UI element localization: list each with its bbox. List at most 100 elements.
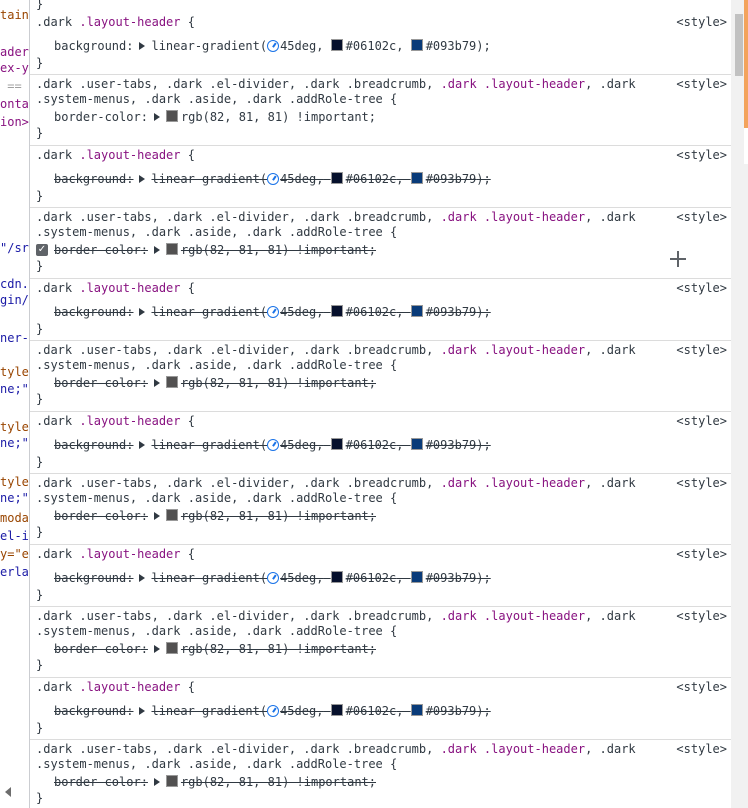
rule-selector[interactable]: .dark .user-tabs, .dark .el-divider, .da… xyxy=(36,343,636,357)
property-name[interactable]: border-color xyxy=(54,509,141,523)
angle-editor-icon[interactable] xyxy=(267,705,280,717)
angle-editor-icon[interactable] xyxy=(267,572,280,584)
color-swatch-icon[interactable] xyxy=(165,642,178,654)
expand-arrow-icon[interactable] xyxy=(153,644,160,653)
rule-selector[interactable]: .dark .layout-header { xyxy=(36,148,195,162)
expand-arrow-icon[interactable] xyxy=(139,307,146,316)
property-name[interactable]: border-color xyxy=(54,243,141,257)
expand-arrow-icon[interactable] xyxy=(139,174,146,183)
declaration-background[interactable]: background: linear-gradient(45deg, #06102… xyxy=(54,437,491,453)
property-name[interactable]: background xyxy=(54,172,126,186)
property-name[interactable]: border-color xyxy=(54,376,141,390)
color-swatch-icon[interactable] xyxy=(165,110,178,122)
declaration-background[interactable]: background: linear-gradient(45deg, #06102… xyxy=(54,703,491,719)
rule-source-link[interactable]: <style> xyxy=(676,281,727,295)
rule-source-link[interactable]: <style> xyxy=(676,77,727,91)
expand-arrow-icon[interactable] xyxy=(153,378,160,387)
rule-selector[interactable]: .dark .user-tabs, .dark .el-divider, .da… xyxy=(36,77,636,91)
rule-selector-line2[interactable]: .system-menus, .dark .aside, .dark .addR… xyxy=(36,225,397,239)
rule-source-link[interactable]: <style> xyxy=(676,343,727,357)
declaration-background[interactable]: background: linear-gradient(45deg, #06102… xyxy=(54,171,491,187)
declaration-border-color[interactable]: border-color: rgb(82, 81, 81) !important; xyxy=(54,641,376,657)
angle-editor-icon[interactable] xyxy=(267,439,280,451)
property-name[interactable]: border-color xyxy=(54,642,141,656)
rule-selector-line2[interactable]: .system-menus, .dark .aside, .dark .addR… xyxy=(36,757,397,771)
rule-selector[interactable]: .dark .layout-header { xyxy=(36,414,195,428)
expand-arrow-icon[interactable] xyxy=(153,511,160,520)
expand-arrow-icon[interactable] xyxy=(139,41,146,50)
expand-arrow-icon[interactable] xyxy=(139,440,146,449)
property-value[interactable]: rgb(82, 81, 81) !important; xyxy=(165,376,376,390)
rule-source-link[interactable]: <style> xyxy=(676,414,727,428)
property-name[interactable]: border-color xyxy=(54,775,141,789)
rule-selector-line2[interactable]: .system-menus, .dark .aside, .dark .addR… xyxy=(36,624,397,638)
rule-source-link[interactable]: <style> xyxy=(676,609,727,623)
rule-selector[interactable]: .dark .layout-header { xyxy=(36,281,195,295)
color-swatch-icon[interactable] xyxy=(330,39,343,51)
rule-source-link[interactable]: <style> xyxy=(676,742,727,756)
color-swatch-icon[interactable] xyxy=(410,704,423,716)
expand-arrow-icon[interactable] xyxy=(139,706,146,715)
add-style-rule-icon[interactable] xyxy=(669,250,687,268)
property-name[interactable]: background xyxy=(54,305,126,319)
property-value[interactable]: rgb(82, 81, 81) !important; xyxy=(165,243,376,257)
rule-selector[interactable]: .dark .user-tabs, .dark .el-divider, .da… xyxy=(36,210,636,224)
expand-arrow-icon[interactable] xyxy=(139,573,146,582)
declaration-border-color[interactable]: border-color: rgb(82, 81, 81) !important; xyxy=(54,508,376,524)
rule-selector[interactable]: .dark .layout-header { xyxy=(36,15,195,29)
color-swatch-icon[interactable] xyxy=(410,39,423,51)
property-checkbox[interactable]: ✓ xyxy=(36,244,48,256)
rule-selector-line2[interactable]: .system-menus, .dark .aside, .dark .addR… xyxy=(36,92,397,106)
property-name[interactable]: background xyxy=(54,704,126,718)
property-value[interactable]: rgb(82, 81, 81) !important; xyxy=(165,775,376,789)
rule-selector[interactable]: .dark .user-tabs, .dark .el-divider, .da… xyxy=(36,476,636,490)
declaration-border-color[interactable]: border-color: rgb(82, 81, 81) !important; xyxy=(54,242,376,258)
property-value[interactable]: rgb(82, 81, 81) !important; xyxy=(165,509,376,523)
property-value[interactable]: linear-gradient(45deg, #06102c, #093b79)… xyxy=(151,39,491,53)
rule-source-link[interactable]: <style> xyxy=(676,680,727,694)
rule-selector-line2[interactable]: .system-menus, .dark .aside, .dark .addR… xyxy=(36,358,397,372)
scroll-left-arrow-icon[interactable] xyxy=(5,787,11,797)
property-name[interactable]: background xyxy=(54,571,126,585)
property-name[interactable]: background xyxy=(54,438,126,452)
rule-selector[interactable]: .dark .user-tabs, .dark .el-divider, .da… xyxy=(36,609,636,623)
color-swatch-icon[interactable] xyxy=(330,704,343,716)
expand-arrow-icon[interactable] xyxy=(153,112,160,121)
declaration-background[interactable]: background: linear-gradient(45deg, #06102… xyxy=(54,38,491,54)
angle-editor-icon[interactable] xyxy=(267,173,280,185)
rule-source-link[interactable]: <style> xyxy=(676,148,727,162)
declaration-background[interactable]: background: linear-gradient(45deg, #06102… xyxy=(54,570,491,586)
property-value[interactable]: linear-gradient(45deg, #06102c, #093b79)… xyxy=(151,704,491,718)
declaration-border-color[interactable]: border-color: rgb(82, 81, 81) !important; xyxy=(54,109,376,125)
color-swatch-icon[interactable] xyxy=(165,376,178,388)
color-swatch-icon[interactable] xyxy=(165,775,178,787)
rule-selector-line2[interactable]: .system-menus, .dark .aside, .dark .addR… xyxy=(36,491,397,505)
property-value[interactable]: rgb(82, 81, 81) !important; xyxy=(165,642,376,656)
rule-source-link[interactable]: <style> xyxy=(676,547,727,561)
rule-selector[interactable]: .dark .layout-header { xyxy=(36,680,195,694)
scrollbar-thumb[interactable] xyxy=(735,14,743,76)
rule-source-link[interactable]: <style> xyxy=(676,15,727,29)
angle-editor-icon[interactable] xyxy=(267,306,280,318)
declaration-border-color[interactable]: border-color: rgb(82, 81, 81) !important; xyxy=(54,375,376,391)
rule-selector[interactable]: .dark .layout-header { xyxy=(36,547,195,561)
declaration-border-color[interactable]: border-color: rgb(82, 81, 81) !important; xyxy=(54,774,376,790)
color-swatch-icon[interactable] xyxy=(410,438,423,450)
color-swatch-icon[interactable] xyxy=(165,243,178,255)
rule-source-link[interactable]: <style> xyxy=(676,476,727,490)
color-swatch-icon[interactable] xyxy=(410,305,423,317)
rule-selector[interactable]: .dark .user-tabs, .dark .el-divider, .da… xyxy=(36,742,636,756)
color-swatch-icon[interactable] xyxy=(330,438,343,450)
color-swatch-icon[interactable] xyxy=(410,571,423,583)
color-swatch-icon[interactable] xyxy=(330,172,343,184)
rule-source-link[interactable]: <style> xyxy=(676,210,727,224)
expand-arrow-icon[interactable] xyxy=(153,245,160,254)
property-name[interactable]: border-color xyxy=(54,110,141,124)
color-swatch-icon[interactable] xyxy=(330,305,343,317)
angle-editor-icon[interactable] xyxy=(267,40,280,52)
declaration-background[interactable]: background: linear-gradient(45deg, #06102… xyxy=(54,304,491,320)
color-swatch-icon[interactable] xyxy=(330,571,343,583)
property-name[interactable]: background xyxy=(54,39,126,53)
color-swatch-icon[interactable] xyxy=(410,172,423,184)
expand-arrow-icon[interactable] xyxy=(153,777,160,786)
